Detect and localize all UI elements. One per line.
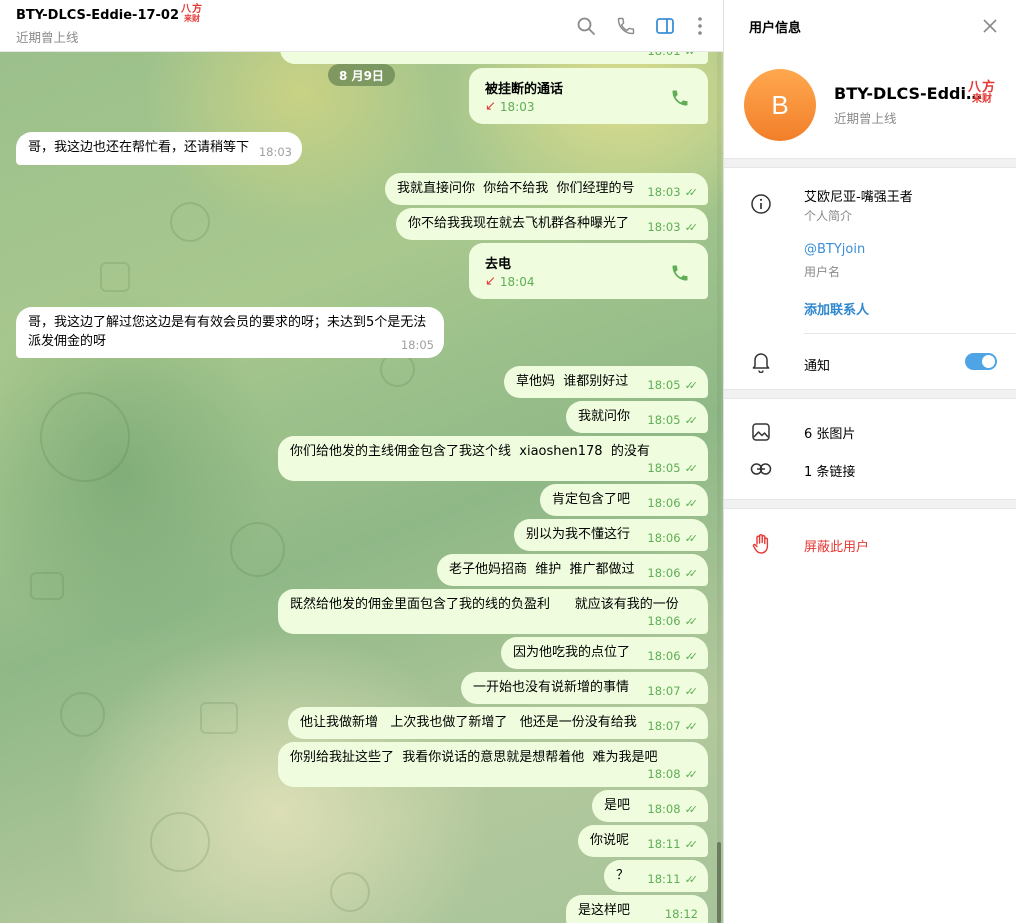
doodle-shape — [40, 392, 130, 482]
bio-text: 艾欧尼亚-嘴强王者 — [804, 190, 913, 205]
chat-status: 近期曾上线 — [16, 30, 79, 45]
username-label: 用户名 — [804, 265, 841, 279]
notifications-toggle[interactable] — [965, 353, 997, 370]
message-bubble-incoming[interactable]: 哥，我这边了解过您这边是有有效会员的要求的呀；未达到5个是无法派发佣金的呀 18… — [16, 307, 444, 358]
message-bubble-outgoing[interactable]: 你说呢 18:11 ✓✓ — [578, 825, 708, 857]
toggle-knob — [982, 355, 995, 368]
message-bubble-outgoing[interactable]: 我就问你 18:05 ✓✓ — [566, 401, 708, 433]
call-title: 去电 — [485, 257, 512, 272]
section-divider — [724, 499, 1016, 509]
doodle-shape — [30, 572, 64, 600]
chat-title: BTY-DLCS-Eddie-17-02 — [16, 7, 180, 23]
doodle-shape — [170, 202, 210, 242]
read-checks-icon: ✓✓ — [684, 803, 699, 816]
link-icon — [750, 458, 772, 480]
profile-name: BTY-DLCS-Eddi… — [834, 84, 982, 103]
message-bubble-incoming[interactable]: 哥，我这边也还在帮忙看，还请稍等下 18:03 — [16, 132, 302, 165]
close-icon[interactable] — [978, 14, 1002, 38]
message-bubble-outgoing[interactable]: 我就直接问你 你给不给我 你们经理的号 18:03 ✓✓ — [385, 173, 708, 205]
phone-icon[interactable] — [614, 14, 638, 38]
date-divider: 8 月9日 — [328, 64, 395, 86]
user-info-panel: 用户信息 B BTY-DLCS-Eddi… 八方 来财 近期曾上线 艾欧尼亚-嘴… — [723, 0, 1016, 923]
photo-icon — [750, 421, 772, 443]
bio-label: 个人简介 — [804, 209, 853, 223]
panel-title: 用户信息 — [749, 21, 802, 36]
read-checks-icon: ✓✓ — [684, 379, 699, 392]
read-checks-icon: ✓✓ — [684, 462, 699, 475]
row-divider — [804, 333, 1016, 334]
bell-icon — [750, 351, 772, 373]
read-checks-icon: ✓✓ — [684, 720, 699, 733]
read-checks-icon: ✓✓ — [684, 768, 699, 781]
username-link[interactable]: @BTYjoin — [804, 242, 865, 257]
read-checks-icon: ✓✓ — [684, 873, 699, 886]
call-missed-bubble[interactable]: 被挂断的通话 ↙ 18:03 — [469, 68, 708, 124]
message-bubble-outgoing[interactable]: 你别给我扯这些了 我看你说话的意思就是想帮着他 难为我是吧 18:08 ✓✓ — [278, 742, 708, 787]
call-outgoing-bubble[interactable]: 去电 ↙ 18:04 — [469, 243, 708, 299]
profile-status: 近期曾上线 — [834, 111, 897, 126]
doodle-shape — [200, 702, 238, 734]
message-bubble-outgoing[interactable]: ？ 18:11 ✓✓ — [604, 860, 708, 892]
call-title: 被挂断的通话 — [485, 82, 564, 97]
photos-item[interactable]: 6 张图片 — [804, 423, 855, 442]
doodle-shape — [60, 692, 105, 737]
info-icon — [750, 193, 772, 215]
message-bubble-outgoing[interactable]: 老子他妈招商 维护 推广都做过 18:06 ✓✓ — [437, 554, 708, 586]
message-bubble-outgoing[interactable]: 别以为我不懂这行 18:06 ✓✓ — [514, 519, 708, 551]
call-missed-arrow-icon: ↙ — [485, 274, 496, 289]
doodle-shape — [150, 812, 210, 872]
more-icon[interactable] — [688, 14, 712, 38]
add-contact-button[interactable]: 添加联系人 — [804, 299, 869, 318]
chat-header[interactable]: BTY-DLCS-Eddie-17-02 八方 来财 近期曾上线 — [0, 0, 723, 52]
read-checks-icon: ✓✓ — [684, 186, 699, 199]
message-bubble-outgoing[interactable]: 肯定包含了吧 18:06 ✓✓ — [540, 484, 708, 516]
section-divider — [724, 389, 1016, 399]
chat-scrollbar[interactable] — [717, 52, 721, 923]
message-bubble-outgoing[interactable]: 因为他吃我的点位了 18:06 ✓✓ — [501, 637, 708, 669]
brand-logo: 八方 来财 — [968, 80, 997, 105]
call-back-phone-icon[interactable] — [670, 263, 690, 287]
chat-title-row: BTY-DLCS-Eddie-17-02 八方 来财 — [16, 4, 204, 23]
message-bubble-outgoing[interactable]: 你们给他发的主线佣金包含了我这个线 xiaoshen178 的没有 18:05 ✓… — [278, 436, 708, 481]
read-checks-icon: ✓✓ — [684, 650, 699, 663]
links-item[interactable]: 1 条链接 — [804, 461, 855, 480]
doodle-shape — [100, 262, 130, 292]
doodle-shape — [230, 522, 285, 577]
search-icon[interactable] — [574, 14, 598, 38]
read-checks-icon: ✓✓ — [684, 414, 699, 427]
message-bubble-outgoing[interactable]: 一开始也没有说新增的事情 18:07 ✓✓ — [461, 672, 708, 704]
call-missed-arrow-icon: ↙ — [485, 99, 496, 114]
read-checks-icon: ✓✓ — [684, 497, 699, 510]
call-back-phone-icon[interactable] — [670, 88, 690, 112]
message-bubble-outgoing[interactable]: 是这样吧 18:12 — [566, 895, 708, 923]
block-user-button[interactable]: 屏蔽此用户 — [804, 536, 869, 555]
message-bubble-outgoing[interactable]: 既然给他发的佣金里面包含了我的线的负盈利 就应该有我的一份 18:06 ✓✓ — [278, 589, 708, 634]
message-bubble-outgoing[interactable]: 是吧 18:08 ✓✓ — [592, 790, 708, 822]
message-bubble-outgoing[interactable]: 你不给我我现在就去飞机群各种曝光了 18:03 ✓✓ — [396, 208, 708, 240]
read-checks-icon: ✓✓ — [684, 685, 699, 698]
read-checks-icon: ✓✓ — [684, 567, 699, 580]
read-checks-icon: ✓✓ — [684, 221, 699, 234]
message-bubble-outgoing[interactable]: 他让我做新增 上次我也做了新增了 他还是一份没有给我 18:07 ✓✓ — [288, 707, 708, 739]
brand-logo: 八方 来财 — [181, 4, 204, 23]
section-divider — [724, 158, 1016, 168]
notifications-label: 通知 — [804, 359, 831, 374]
hand-block-icon — [750, 533, 772, 555]
avatar[interactable]: B — [744, 69, 816, 141]
scrollbar-thumb[interactable] — [717, 842, 721, 923]
chat-area: BTY-DLCS-Eddie-17-02 八方 来财 近期曾上线 8 月9日 被… — [0, 0, 723, 923]
read-checks-icon: ✓✓ — [684, 838, 699, 851]
read-checks-icon: ✓✓ — [684, 615, 699, 628]
read-checks-icon: ✓✓ — [684, 532, 699, 545]
doodle-shape — [330, 872, 370, 912]
message-bubble-outgoing[interactable]: 草他妈 谁都别好过 18:05 ✓✓ — [504, 366, 708, 398]
sidebar-toggle-icon[interactable] — [653, 14, 677, 38]
